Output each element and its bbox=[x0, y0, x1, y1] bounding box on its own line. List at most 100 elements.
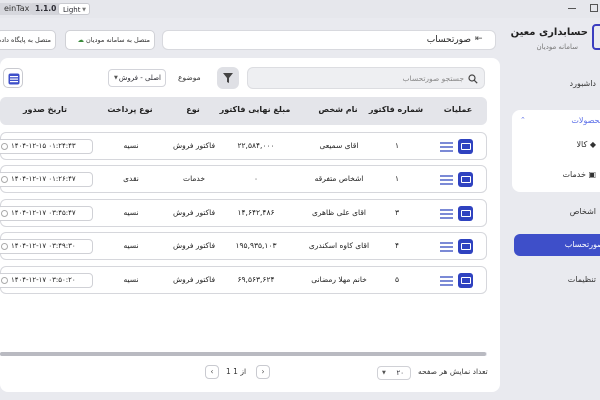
chevron-up-icon[interactable]: ⌃ bbox=[520, 116, 526, 124]
scrollbar-thumb[interactable] bbox=[0, 352, 486, 356]
minimize-icon[interactable] bbox=[568, 8, 576, 9]
theme-value: Light bbox=[63, 6, 81, 14]
cell-invoice-no: ۱ bbox=[394, 141, 400, 150]
chevron-down-icon: ▼ bbox=[114, 75, 118, 81]
search-box bbox=[247, 67, 485, 89]
brand-subtitle: سامانه مودیان bbox=[536, 43, 578, 51]
page-of: از bbox=[240, 367, 247, 376]
search-icon bbox=[468, 74, 478, 84]
moadian-connection-status[interactable]: متصل به سامانه مودیان ☁ bbox=[65, 30, 155, 50]
cell-payment: نسیه bbox=[123, 241, 139, 250]
sidebar-item-goods-label: کالا bbox=[576, 140, 588, 149]
col-payment: نوع پرداخت bbox=[107, 105, 153, 114]
per-page-select[interactable]: ▼ ۲۰ bbox=[377, 366, 411, 380]
moadian-connection-label: متصل به سامانه مودیان bbox=[86, 36, 150, 44]
col-person: نام شخص bbox=[318, 105, 358, 114]
cell-date-text: ۱۴۰۴-۱۲-۱۵ ۰۱:۲۴:۴۳ bbox=[11, 142, 76, 150]
edit-icon[interactable] bbox=[458, 273, 473, 288]
sidebar-item-products[interactable]: محصولات bbox=[571, 116, 600, 125]
clock-icon bbox=[1, 277, 8, 284]
cell-person: اقای کاوه اسکندری bbox=[308, 241, 370, 250]
cell-amount: ۶۹,۵۶۳,۶۲۴ bbox=[237, 275, 275, 284]
db-connection-label: متصل به پایگاه داده bbox=[0, 36, 51, 44]
maximize-icon[interactable] bbox=[590, 4, 598, 12]
sidebar-item-dashboard[interactable]: داشبورد bbox=[570, 74, 600, 94]
edit-icon[interactable] bbox=[458, 139, 473, 154]
tag-icon: ◆ bbox=[589, 140, 596, 149]
cell-date: ۱۴۰۴-۱۲-۱۷ ۰۱:۲۶:۴۷ bbox=[0, 172, 93, 187]
cell-person: خانم مهلا رمضانی bbox=[311, 275, 367, 284]
filter-icon bbox=[223, 73, 233, 83]
chevron-down-icon: ▼ bbox=[382, 370, 386, 376]
col-type: نوع bbox=[186, 105, 200, 114]
cell-date-text: ۱۴۰۴-۱۲-۱۷ ۰۳:۴۹:۳۰ bbox=[11, 242, 76, 250]
cell-date: ۱۴۰۴-۱۲-۱۷ ۰۳:۴۵:۴۷ bbox=[0, 206, 93, 221]
cell-person: اقای علی ظاهری bbox=[311, 208, 367, 217]
edit-icon[interactable] bbox=[458, 206, 473, 221]
search-input[interactable] bbox=[264, 71, 464, 85]
table-row[interactable]: ۳ اقای علی ظاهری ۱۴,۶۴۲,۴۸۶ فاکتور فروش … bbox=[0, 199, 487, 227]
col-amount: مبلغ نهایی فاکتور bbox=[219, 105, 291, 114]
cell-payment: نقدی bbox=[123, 174, 139, 183]
cell-date: ۱۴۰۴-۱۲-۱۷ ۰۳:۴۹:۳۰ bbox=[0, 239, 93, 254]
title-bar: einTax 1.1.0 Light ▼ bbox=[0, 0, 600, 18]
page-header: ⇤ صورتحساب bbox=[162, 30, 496, 50]
sidebar-group-products: محصولات ⌃ ◆ کالا ▣ خدمات bbox=[512, 110, 600, 192]
list-icon[interactable] bbox=[440, 275, 453, 286]
cell-date-text: ۱۴۰۴-۱۲-۱۷ ۰۱:۲۶:۴۷ bbox=[11, 175, 76, 183]
db-connection-status[interactable]: متصل به پایگاه داده bbox=[0, 30, 56, 50]
sidebar-item-persons[interactable]: اشخاص bbox=[570, 202, 600, 222]
subject-label: موضوع bbox=[178, 73, 201, 82]
table-row[interactable]: ۴ اقای کاوه اسکندری ۱۹۵,۹۳۵,۱۰۳ فاکتور ف… bbox=[0, 232, 487, 260]
cloud-icon: ☁ bbox=[77, 36, 84, 44]
per-page-value: ۲۰ bbox=[396, 369, 404, 377]
next-page-button[interactable]: › bbox=[256, 365, 270, 379]
cell-payment: نسیه bbox=[123, 275, 139, 284]
edit-icon[interactable] bbox=[458, 172, 473, 187]
app-name: einTax bbox=[0, 3, 34, 15]
sidebar-item-invoices[interactable]: صورتحساب bbox=[514, 234, 600, 256]
cell-type: فاکتور فروش bbox=[172, 275, 216, 284]
clock-icon bbox=[1, 210, 8, 217]
cell-amount: ۱۴,۶۴۲,۴۸۶ bbox=[237, 208, 275, 217]
edit-icon[interactable] bbox=[458, 239, 473, 254]
table-row[interactable]: ۱ اقای سمیعی ۲۲,۵۸۴,۰۰۰ فاکتور فروش نسیه… bbox=[0, 132, 487, 160]
back-arrow-icon[interactable]: ⇤ bbox=[475, 34, 483, 44]
sidebar-item-goods[interactable]: ◆ کالا bbox=[576, 140, 596, 149]
cell-invoice-no: ۴ bbox=[394, 241, 400, 250]
cell-type: فاکتور فروش bbox=[172, 208, 216, 217]
page-title: صورتحساب bbox=[426, 35, 471, 45]
cell-invoice-no: ۳ bbox=[394, 208, 400, 217]
subject-select-value: اصلی - فروش bbox=[118, 74, 161, 82]
list-icon[interactable] bbox=[440, 174, 453, 185]
list-icon[interactable] bbox=[440, 141, 453, 152]
chevron-down-icon: ▼ bbox=[82, 7, 86, 13]
subject-select[interactable]: اصلی - فروش ▼ bbox=[108, 69, 166, 87]
version-badge: 1.1.0 bbox=[30, 3, 62, 15]
table-row[interactable]: ۵ خانم مهلا رمضانی ۶۹,۵۶۳,۶۲۴ فاکتور فرو… bbox=[0, 266, 487, 294]
col-date: تاریخ صدور bbox=[22, 105, 68, 114]
cell-payment: نسیه bbox=[123, 141, 139, 150]
sidebar-item-settings[interactable]: تنظیمات bbox=[568, 270, 600, 290]
list-icon[interactable] bbox=[440, 208, 453, 219]
export-excel-button[interactable] bbox=[3, 68, 23, 88]
cell-date-text: ۱۴۰۴-۱۲-۱۷ ۰۳:۵۰:۲۰ bbox=[11, 276, 76, 284]
clock-icon bbox=[1, 176, 8, 183]
col-ops: عملیات bbox=[443, 105, 473, 114]
cell-date: ۱۴۰۴-۱۲-۱۷ ۰۳:۵۰:۲۰ bbox=[0, 273, 93, 288]
per-page-label: تعداد نمایش هر صفحه bbox=[418, 367, 488, 376]
list-icon[interactable] bbox=[440, 241, 453, 252]
cell-type: فاکتور فروش bbox=[172, 241, 216, 250]
col-invoice-no: شماره فاکتور bbox=[368, 105, 424, 114]
clock-icon bbox=[1, 143, 8, 150]
filter-button[interactable] bbox=[217, 67, 239, 89]
cell-invoice-no: ۱ bbox=[394, 174, 400, 183]
table-row[interactable]: ۱ اشخاص متفرقه ۰ خدمات نقدی ۱۴۰۴-۱۲-۱۷ ۰… bbox=[0, 165, 487, 193]
sidebar-item-services[interactable]: ▣ خدمات bbox=[562, 170, 596, 179]
page-current: 1 bbox=[233, 367, 238, 376]
cell-payment: نسیه bbox=[123, 208, 139, 217]
theme-select[interactable]: Light ▼ bbox=[58, 3, 90, 15]
cell-type: فاکتور فروش bbox=[172, 141, 216, 150]
horizontal-scrollbar[interactable] bbox=[0, 352, 487, 356]
prev-page-button[interactable]: ‹ bbox=[205, 365, 219, 379]
